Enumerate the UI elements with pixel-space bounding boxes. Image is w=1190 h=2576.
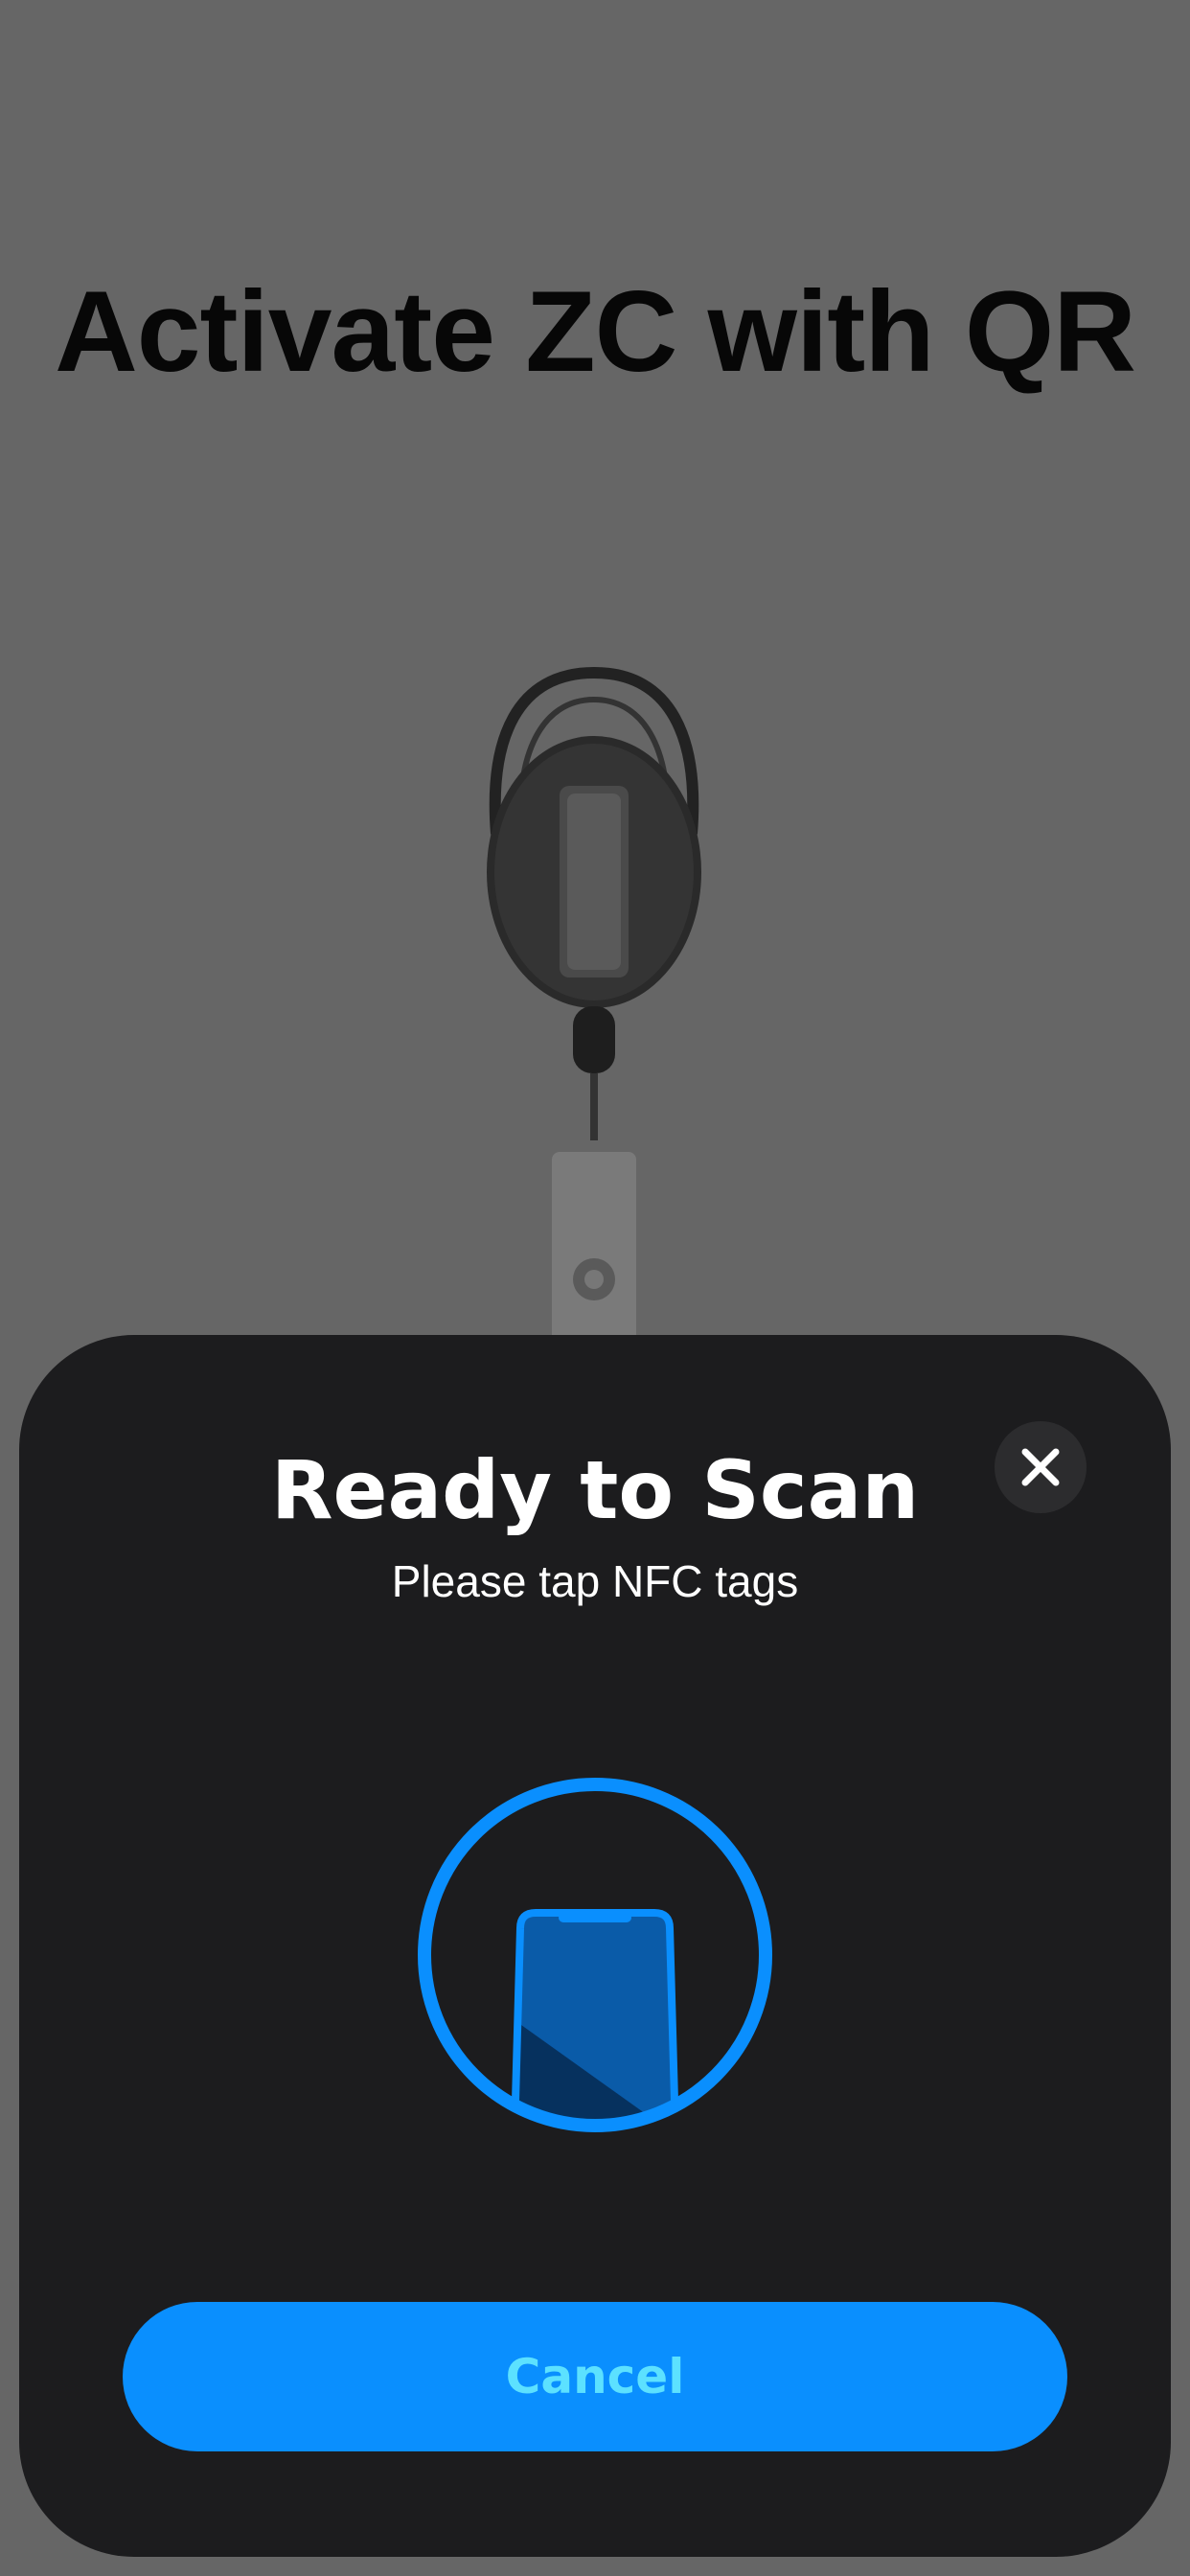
sheet-subtitle: Please tap NFC tags xyxy=(391,1556,799,1606)
cancel-button[interactable]: Cancel xyxy=(123,2302,1067,2451)
badge-reel-image xyxy=(487,666,701,1351)
sheet-title: Ready to Scan xyxy=(270,1443,920,1537)
cancel-label: Cancel xyxy=(505,2349,685,2404)
page-title: Activate ZC with QR xyxy=(55,267,1136,396)
phone-in-circle-icon xyxy=(418,1778,772,2132)
